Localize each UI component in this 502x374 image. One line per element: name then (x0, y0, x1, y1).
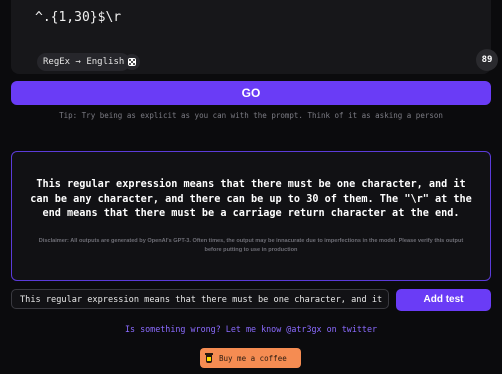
dice-icon (128, 58, 136, 66)
test-input[interactable]: This regular expression means that there… (11, 289, 389, 309)
output-card: This regular expression means that there… (11, 151, 491, 281)
buy-me-a-coffee-button[interactable]: Buy me a coffee (200, 348, 301, 368)
random-dice-button[interactable] (124, 54, 140, 70)
mode-selector[interactable]: RegEx → English (37, 53, 131, 71)
explanation-text: This regular expression means that there… (30, 179, 472, 219)
add-test-button[interactable]: Add test (396, 289, 491, 311)
feedback-link[interactable]: Is something wrong? Let me know @atr3gx … (0, 324, 502, 334)
regex-pattern-text[interactable]: ^.{1,30}$\r (35, 10, 121, 25)
coffee-cup-icon (205, 352, 213, 364)
tip-text: Tip: Try being as explicit as you can wi… (59, 111, 443, 120)
regex-input-card[interactable]: ^.{1,30}$\r RegEx → English 89 (11, 0, 498, 74)
character-count-badge: 89 (476, 49, 498, 71)
disclaimer-text: Disclaimer: All outputs are generated by… (38, 238, 464, 253)
coffee-label: Buy me a coffee (219, 353, 287, 363)
go-button[interactable]: GO (11, 81, 491, 105)
